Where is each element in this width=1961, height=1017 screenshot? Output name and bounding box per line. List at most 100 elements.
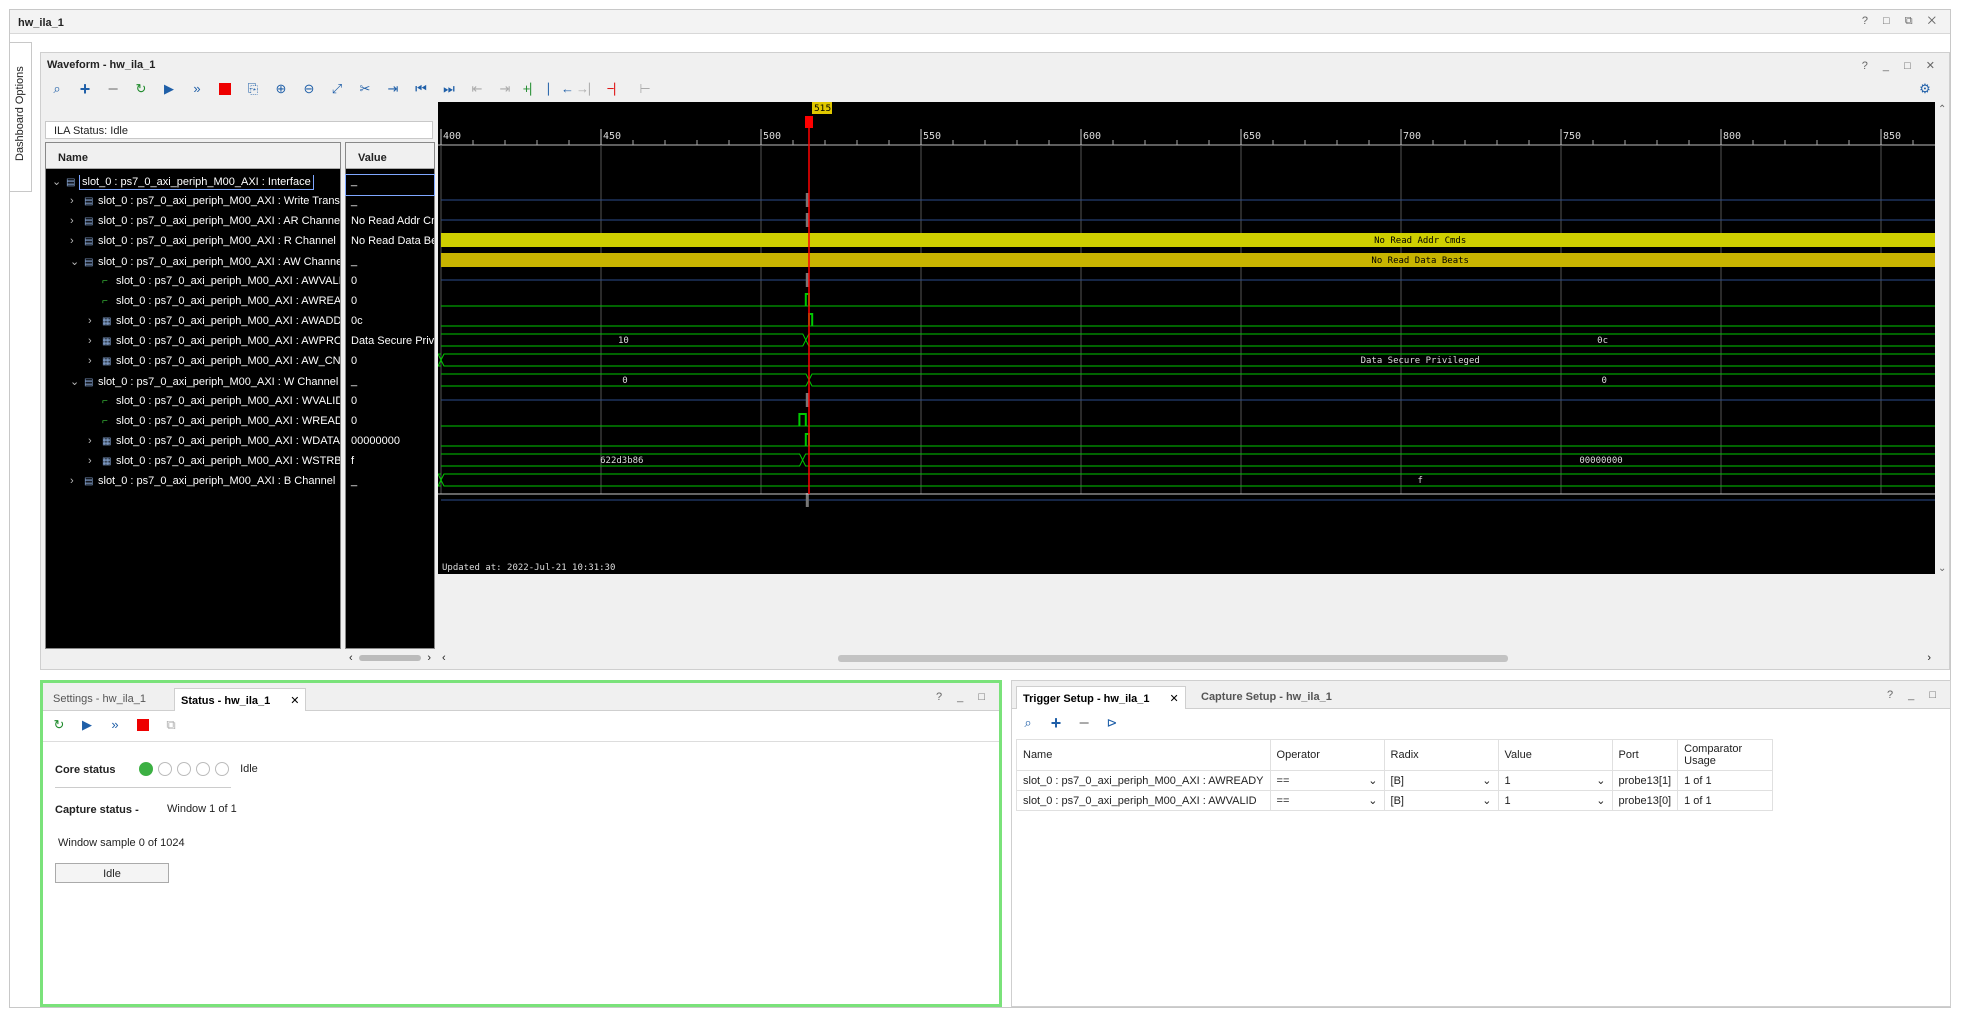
collapse-chevron-icon[interactable]: › <box>70 475 82 487</box>
idle-button[interactable]: Idle <box>55 863 169 883</box>
signal-row[interactable]: ⌐ slot_0 : ps7_0_axi_periph_M00_AXI : WVA… <box>46 395 340 415</box>
chevron-down-icon[interactable]: ⌄ <box>1482 794 1491 807</box>
trigger-column-header[interactable]: Port <box>1611 739 1679 771</box>
go-to-start-icon[interactable]: ⏮ <box>413 81 429 97</box>
signal-row[interactable]: ⌄ ▤ slot_0 : ps7_0_axi_periph_M00_AXI : AW… <box>46 255 340 275</box>
run-trigger-icon[interactable]: ▶ <box>161 81 177 97</box>
run-trigger-icon[interactable]: ▶ <box>79 717 95 733</box>
collapse-chevron-icon[interactable]: › <box>88 435 100 447</box>
tab-capture-setup[interactable]: Capture Setup - hw_ila_1 <box>1195 686 1338 709</box>
signal-row[interactable]: › ▤ slot_0 : ps7_0_axi_periph_M00_AXI : R … <box>46 235 340 255</box>
add-marker-icon[interactable]: +⎸ <box>523 81 544 97</box>
waveform-view[interactable]: 4004505005506006507007508008509009501,00… <box>438 102 1935 574</box>
collapse-chevron-icon[interactable]: › <box>70 235 82 247</box>
chevron-down-icon[interactable]: ⌄ <box>1482 774 1491 787</box>
trigger-column-header[interactable]: Name <box>1016 739 1271 771</box>
collapse-chevron-icon[interactable]: › <box>70 195 82 207</box>
signal-row[interactable]: › ▤ slot_0 : ps7_0_axi_periph_M00_AXI : Wr… <box>46 195 340 215</box>
run-trigger-immediate-icon[interactable]: ↻ <box>51 717 67 733</box>
stop-icon[interactable] <box>135 717 151 733</box>
tab-trigger-setup[interactable]: Trigger Setup - hw_ila_1 ✕ <box>1016 686 1186 709</box>
signal-row[interactable]: ⌄ ▤ slot_0 : ps7_0_axi_periph_M00_AXI : In… <box>46 175 340 195</box>
collapse-chevron-icon[interactable]: › <box>88 315 100 327</box>
collapse-chevron-icon[interactable]: › <box>88 455 100 467</box>
signal-row[interactable]: › ▤ slot_0 : ps7_0_axi_periph_M00_AXI : AR… <box>46 215 340 235</box>
waveform-vscroll[interactable]: ⌃ ⌄ <box>1938 102 1948 574</box>
signal-row[interactable]: › ▦ slot_0 : ps7_0_axi_periph_M00_AXI : AW… <box>46 335 340 355</box>
trigger-condition-icon[interactable]: ⊳ <box>1104 715 1120 731</box>
trigger-column-header[interactable]: Comparator Usage <box>1677 739 1774 771</box>
signal-row[interactable]: ⌐ slot_0 : ps7_0_axi_periph_M00_AXI : AWV… <box>46 275 340 295</box>
waveform-panel-controls[interactable]: ? _ □ ✕ <box>1862 59 1941 72</box>
swap-cursors-icon[interactable]: −⎸ <box>607 81 628 97</box>
signal-row[interactable]: › ▦ slot_0 : ps7_0_axi_periph_M00_AXI : AW… <box>46 355 340 375</box>
zoom-out-icon[interactable]: ⊖ <box>301 81 317 97</box>
chevron-down-icon[interactable]: ⌄ <box>1596 774 1605 787</box>
zoom-in-icon[interactable]: ⊕ <box>273 81 289 97</box>
settings-gear-icon[interactable]: ⚙ <box>1917 81 1933 97</box>
add-icon[interactable]: + <box>1048 714 1064 732</box>
waveform-hscroll[interactable]: ‹ › <box>438 652 1935 664</box>
previous-marker-icon[interactable]: ⎸← <box>548 81 574 97</box>
trigger-column-header[interactable]: Value <box>1497 739 1613 771</box>
value-select[interactable]: 1 ⌄ <box>1497 790 1613 811</box>
value-column-header[interactable]: Value <box>346 143 434 169</box>
bus-label: No Read Data Beats <box>1371 256 1469 266</box>
run-continuous-icon[interactable]: » <box>189 81 205 97</box>
expand-chevron-icon[interactable]: ⌄ <box>70 375 82 388</box>
go-to-time-icon[interactable]: ⇥ <box>385 81 401 97</box>
waveform-scroll-thumb[interactable] <box>838 654 1508 662</box>
export-icon[interactable]: ⎘ <box>245 81 261 97</box>
signal-row[interactable]: ⌄ ▤ slot_0 : ps7_0_axi_periph_M00_AXI : W … <box>46 375 340 395</box>
signal-row[interactable]: ⌐ slot_0 : ps7_0_axi_periph_M00_AXI : AWR… <box>46 295 340 315</box>
name-column-header[interactable]: Name <box>46 143 340 169</box>
trigger-column-header[interactable]: Operator <box>1269 739 1385 771</box>
go-to-end-icon[interactable]: ⏭ <box>441 81 457 97</box>
previous-transition-icon[interactable]: ⇤ <box>469 81 485 97</box>
signal-row[interactable]: › ▦ slot_0 : ps7_0_axi_periph_M00_AXI : AW… <box>46 315 340 335</box>
tab-settings[interactable]: Settings - hw_ila_1 <box>47 688 152 711</box>
window-controls[interactable]: ? □ ⧉ ✕ <box>1862 15 1942 28</box>
operator-select[interactable]: == ⌄ <box>1269 770 1385 791</box>
close-icon[interactable]: ✕ <box>1170 693 1179 705</box>
radix-select[interactable]: [B] ⌄ <box>1383 770 1499 791</box>
run-trigger-immediate-icon[interactable]: ↻ <box>133 81 149 97</box>
status-panel-controls[interactable]: ? _ □ <box>936 691 991 703</box>
tab-status[interactable]: Status - hw_ila_1 ✕ <box>174 688 307 711</box>
collapse-chevron-icon[interactable]: › <box>88 355 100 367</box>
trigger-column-header[interactable]: Radix <box>1383 739 1499 771</box>
chevron-down-icon[interactable]: ⌄ <box>1368 774 1377 787</box>
search-icon[interactable]: ⌕ <box>1020 715 1036 731</box>
collapse-chevron-icon[interactable]: › <box>70 215 82 227</box>
value-hscroll[interactable]: ‹ › <box>345 651 435 665</box>
stop-icon[interactable] <box>217 81 233 97</box>
copy-icon[interactable]: ⧉ <box>163 717 179 733</box>
add-icon[interactable]: + <box>77 80 93 98</box>
run-continuous-icon[interactable]: » <box>107 717 123 733</box>
signal-row[interactable]: › ▦ slot_0 : ps7_0_axi_periph_M00_AXI : WD… <box>46 435 340 455</box>
next-marker-icon[interactable]: →⎸ <box>576 81 602 97</box>
value-select[interactable]: 1 ⌄ <box>1497 770 1613 791</box>
trigger-row[interactable]: slot_0 : ps7_0_axi_periph_M00_AXI : AWRE… <box>1016 770 1774 791</box>
collapse-chevron-icon[interactable]: › <box>88 335 100 347</box>
chevron-down-icon[interactable]: ⌄ <box>1368 794 1377 807</box>
signal-row[interactable]: ⌐ slot_0 : ps7_0_axi_periph_M00_AXI : WRE… <box>46 415 340 435</box>
signal-row[interactable]: › ▦ slot_0 : ps7_0_axi_periph_M00_AXI : WS… <box>46 455 340 475</box>
zoom-fit-icon[interactable]: ⤢ <box>329 81 345 97</box>
expand-chevron-icon[interactable]: ⌄ <box>70 255 82 268</box>
radix-select[interactable]: [B] ⌄ <box>1383 790 1499 811</box>
trigger-row[interactable]: slot_0 : ps7_0_axi_periph_M00_AXI : AWVA… <box>1016 790 1774 811</box>
trigger-panel-controls[interactable]: ? _ □ <box>1887 689 1942 701</box>
dashboard-options-tab[interactable]: Dashboard Options <box>10 42 32 192</box>
zoom-cursor-icon[interactable]: ✂ <box>357 81 373 97</box>
search-icon[interactable]: ⌕ <box>49 81 65 97</box>
snap-icon[interactable]: ⊢ <box>637 81 653 97</box>
next-transition-icon[interactable]: ⇥ <box>497 81 513 97</box>
expand-chevron-icon[interactable]: ⌄ <box>52 175 64 188</box>
chevron-down-icon[interactable]: ⌄ <box>1596 794 1605 807</box>
close-icon[interactable]: ✕ <box>290 695 299 707</box>
signal-row[interactable]: › ▤ slot_0 : ps7_0_axi_periph_M00_AXI : B … <box>46 475 340 495</box>
remove-icon[interactable]: − <box>105 80 121 98</box>
operator-select[interactable]: == ⌄ <box>1269 790 1385 811</box>
remove-icon[interactable]: − <box>1076 714 1092 732</box>
